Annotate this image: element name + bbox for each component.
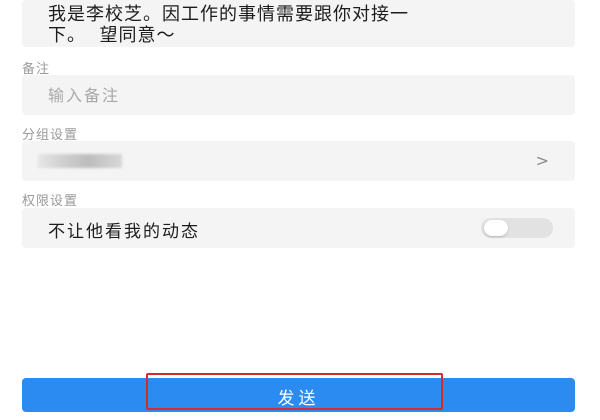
verification-message-box[interactable]: 我是李校芝。因工作的事情需要跟你对接一 下。 望同意～ [22,0,575,47]
blurred-group-name [38,154,122,168]
hide-moments-row[interactable]: 不让他看我的动态 [22,208,575,248]
permission-section-label: 权限设置 [22,194,79,209]
toggle-knob [484,220,508,236]
remark-input[interactable] [48,75,548,115]
send-button-label: 发送 [277,389,320,409]
group-selector[interactable]: > [22,141,575,181]
hide-moments-label: 不让他看我的动态 [48,222,200,242]
verification-message-text: 我是李校芝。因工作的事情需要跟你对接一 下。 望同意～ [48,4,409,46]
send-button[interactable]: 发送 [22,378,575,412]
remark-field-container [22,75,575,115]
hide-moments-toggle[interactable] [481,218,553,238]
chevron-right-icon: > [535,151,549,170]
